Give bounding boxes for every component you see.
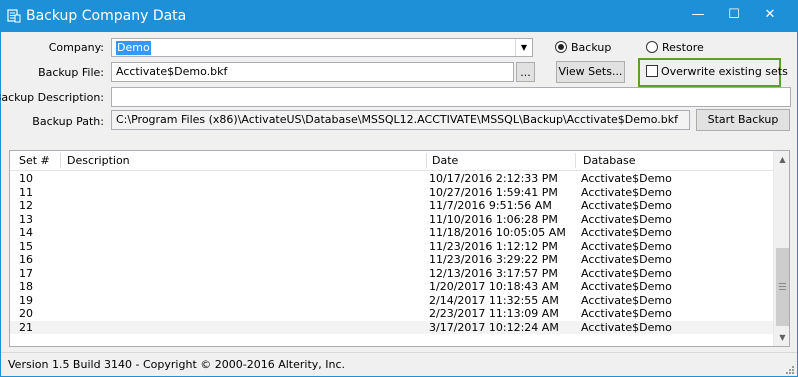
chevron-down-icon[interactable]: ▼ (515, 39, 532, 56)
cell-database: Acctivate$Demo (581, 199, 672, 212)
overwrite-checkbox[interactable]: Overwrite existing sets (646, 65, 788, 78)
cell-date: 10/27/2016 1:59:41 PM (429, 185, 558, 199)
size-grip-icon[interactable] (784, 364, 794, 374)
browse-button[interactable]: ... (516, 62, 535, 82)
cell-set: 17 (19, 266, 33, 280)
cell-set: 14 (19, 226, 33, 239)
cell-database: Acctivate$Demo (581, 212, 672, 226)
table-row[interactable]: 21 3/17/2017 10:12:24 AM Acctivate$Demo (10, 320, 773, 334)
table-header: Set # Description Date Database (10, 151, 773, 171)
title-bar[interactable]: Backup Company Data — ☐ ✕ (1, 1, 797, 32)
view-sets-button[interactable]: View Sets... (556, 61, 625, 83)
radio-indicator (555, 41, 567, 53)
cell-database: Acctivate$Demo (581, 185, 672, 199)
cell-date: 11/10/2016 1:06:28 PM (429, 212, 558, 226)
cell-database: Acctivate$Demo (581, 226, 672, 239)
cell-date: 3/17/2017 10:12:24 AM (429, 320, 559, 334)
close-button[interactable]: ✕ (753, 1, 787, 32)
vertical-scrollbar[interactable]: ▲ ▼ (773, 151, 789, 346)
company-combo[interactable]: Demo ▼ (111, 38, 533, 57)
overwrite-label: Overwrite existing sets (661, 65, 788, 78)
column-header-set[interactable]: Set # (19, 154, 50, 167)
cell-set: 10 (19, 172, 33, 185)
backup-radio[interactable]: Backup (555, 41, 611, 55)
table-row[interactable]: 11 10/27/2016 1:59:41 PM Acctivate$Demo (10, 186, 773, 200)
cell-database: Acctivate$Demo (581, 307, 672, 320)
cell-set: 11 (19, 185, 33, 199)
cell-database: Acctivate$Demo (581, 266, 672, 280)
cell-date: 12/13/2016 3:17:57 PM (429, 266, 558, 280)
cell-date: 11/7/2016 9:51:56 AM (429, 199, 552, 212)
grip-icon (779, 283, 786, 290)
cell-set: 18 (19, 280, 33, 293)
backup-radio-label: Backup (571, 41, 612, 54)
backup-file-label: Backup File: (38, 66, 104, 79)
cell-database: Acctivate$Demo (581, 320, 672, 334)
table-row[interactable]: 10 10/17/2016 2:12:33 PM Acctivate$Demo (10, 172, 773, 186)
table-row[interactable]: 14 11/18/2016 10:05:05 AM Acctivate$Demo (10, 226, 773, 240)
minimize-button[interactable]: — (681, 1, 715, 32)
backup-path-field: C:\Program Files (x86)\ActivateUS\Databa… (111, 110, 690, 130)
cell-set: 16 (19, 253, 33, 266)
column-separator (575, 153, 576, 168)
scroll-down-icon[interactable]: ▼ (774, 329, 789, 346)
backup-path-label: Backup Path: (32, 115, 104, 128)
cell-set: 20 (19, 307, 33, 320)
table-row[interactable]: 15 11/23/2016 1:12:12 PM Acctivate$Demo (10, 240, 773, 254)
backup-company-data-window: Backup Company Data — ☐ ✕ Company: Demo … (0, 0, 798, 377)
scroll-thumb[interactable] (776, 248, 789, 326)
cell-database: Acctivate$Demo (581, 253, 672, 266)
cell-database: Acctivate$Demo (581, 280, 672, 293)
checkbox-indicator (646, 65, 658, 77)
cell-date: 2/23/2017 11:13:09 AM (429, 307, 559, 320)
cell-date: 10/17/2016 2:12:33 PM (429, 172, 558, 185)
table-row[interactable]: 19 2/14/2017 11:32:55 AM Acctivate$Demo (10, 294, 773, 308)
cell-set: 15 (19, 239, 33, 253)
table-body: 10 10/17/2016 2:12:33 PM Acctivate$Demo 11 1… (10, 172, 773, 334)
cell-database: Acctivate$Demo (581, 239, 672, 253)
radio-indicator (646, 41, 658, 53)
table-row[interactable]: 16 11/23/2016 3:29:22 PM Acctivate$Demo (10, 253, 773, 267)
maximize-button[interactable]: ☐ (717, 1, 751, 32)
company-value: Demo (116, 41, 151, 55)
cell-set: 12 (19, 199, 33, 212)
table-row[interactable]: 17 12/13/2016 3:17:57 PM Acctivate$Demo (10, 267, 773, 281)
cell-set: 13 (19, 212, 33, 226)
cell-database: Acctivate$Demo (581, 172, 672, 185)
cell-date: 2/14/2017 11:32:55 AM (429, 293, 559, 307)
table-row[interactable]: 13 11/10/2016 1:06:28 PM Acctivate$Demo (10, 213, 773, 227)
cell-date: 11/23/2016 1:12:12 PM (429, 239, 558, 253)
column-separator (60, 153, 61, 168)
column-header-database[interactable]: Database (583, 154, 636, 167)
table-row[interactable]: 20 2/23/2017 11:13:09 AM Acctivate$Demo (10, 307, 773, 321)
cell-date: 11/23/2016 3:29:22 PM (429, 253, 558, 266)
backup-sets-table[interactable]: Set # Description Date Database 10 10/17/… (9, 150, 790, 347)
backup-description-label: Backup Description: (0, 91, 104, 104)
company-label: Company: (48, 41, 104, 54)
column-separator (426, 153, 427, 168)
cell-date: 1/20/2017 10:18:43 AM (429, 280, 559, 293)
backup-description-field[interactable] (111, 87, 791, 107)
cell-date: 11/18/2016 10:05:05 AM (429, 226, 566, 239)
table-row[interactable]: 12 11/7/2016 9:51:56 AM Acctivate$Demo (10, 199, 773, 213)
cell-set: 19 (19, 293, 33, 307)
cell-set: 21 (19, 320, 33, 334)
status-bar: Version 1.5 Build 3140 - Copyright © 200… (1, 352, 797, 376)
table-row[interactable]: 18 1/20/2017 10:18:43 AM Acctivate$Demo (10, 280, 773, 294)
restore-radio[interactable]: Restore (646, 41, 704, 55)
status-text: Version 1.5 Build 3140 - Copyright © 200… (8, 358, 346, 371)
app-icon (7, 9, 21, 23)
cell-database: Acctivate$Demo (581, 293, 672, 307)
backup-file-field[interactable]: Acctivate$Demo.bkf (111, 62, 514, 82)
restore-radio-label: Restore (662, 41, 704, 54)
column-header-description[interactable]: Description (67, 154, 130, 167)
start-backup-button[interactable]: Start Backup (696, 109, 790, 131)
column-header-date[interactable]: Date (432, 154, 458, 167)
scroll-up-icon[interactable]: ▲ (774, 151, 789, 168)
window-title: Backup Company Data (26, 8, 187, 24)
